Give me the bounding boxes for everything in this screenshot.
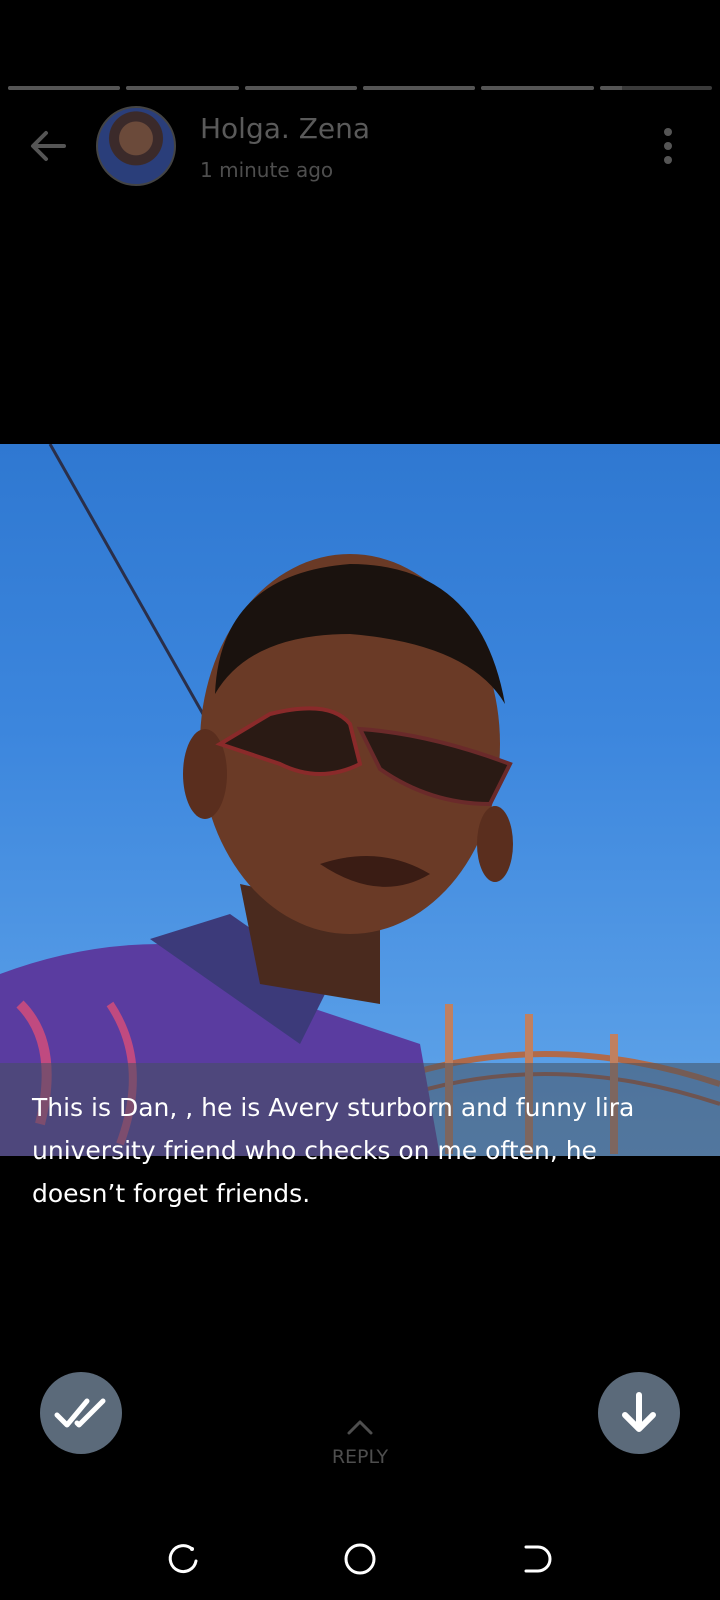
status-caption: This is Dan, , he is Avery sturborn and …	[32, 1093, 635, 1208]
recents-button[interactable]	[166, 1541, 202, 1577]
progress-segment-current	[599, 86, 712, 90]
home-button[interactable]	[342, 1541, 378, 1577]
reply-label: REPLY	[331, 1446, 389, 1468]
story-progress	[8, 86, 712, 90]
contact-name[interactable]: Holga. Zena	[200, 112, 370, 145]
recents-icon	[168, 1544, 198, 1574]
arrow-left-icon	[31, 131, 66, 161]
more-options-button[interactable]	[656, 126, 680, 166]
story-header: Holga. Zena 1 minute ago	[0, 100, 720, 195]
seen-by-button[interactable]	[40, 1372, 122, 1454]
arrow-down-icon	[622, 1392, 656, 1432]
photo-illustration	[0, 444, 720, 1156]
double-check-icon	[54, 1398, 106, 1428]
download-button[interactable]	[598, 1372, 680, 1454]
reply-button[interactable]: REPLY	[310, 1418, 410, 1468]
nav-back-button[interactable]	[518, 1541, 554, 1577]
avatar[interactable]	[96, 106, 176, 186]
back-button[interactable]	[24, 122, 72, 170]
progress-segment	[481, 86, 594, 90]
home-icon	[344, 1543, 376, 1575]
progress-segment	[8, 86, 121, 90]
system-nav-bar	[0, 1525, 720, 1591]
more-vertical-icon	[664, 128, 672, 164]
nav-back-icon	[524, 1545, 552, 1573]
progress-segment	[362, 86, 476, 90]
status-photo[interactable]	[0, 444, 720, 1156]
chevron-up-icon	[347, 1420, 373, 1435]
progress-segment	[244, 86, 357, 90]
progress-segment	[126, 86, 239, 90]
status-timestamp: 1 minute ago	[200, 158, 334, 182]
